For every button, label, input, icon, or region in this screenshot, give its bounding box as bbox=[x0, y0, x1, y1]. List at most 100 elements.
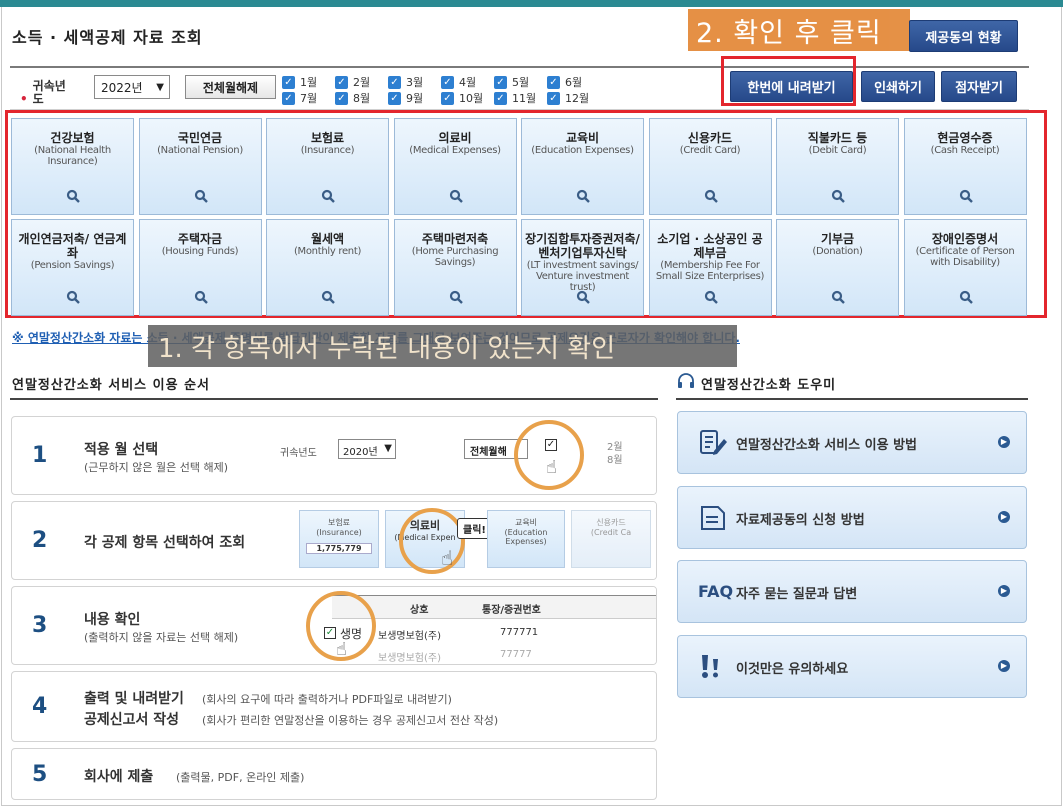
month-checkbox-8[interactable]: ✓ 8월 bbox=[335, 90, 370, 106]
help-item-cautions[interactable]: 이것만은 유의하세요 ▶ bbox=[677, 635, 1027, 698]
category-english: (Education Expenses) bbox=[531, 145, 634, 156]
mock-year-value: 2020년 bbox=[343, 447, 378, 458]
category-title: 주택마련저축 bbox=[421, 232, 489, 246]
category-tile[interactable]: 주택자금 (Housing Funds) bbox=[138, 219, 262, 316]
month-label: 9월 bbox=[406, 92, 424, 105]
month-checkbox-5[interactable]: ✓ 5월 bbox=[494, 74, 529, 90]
steps-section-title: 연말정산간소화 서비스 이용 순서 bbox=[12, 378, 211, 393]
mock-tile-title: 신용카드 bbox=[596, 518, 626, 527]
mock-row2-company: 보생명보험(주) bbox=[378, 653, 442, 664]
year-select-value: 2022년 bbox=[101, 80, 143, 95]
arrow-right-icon: ▶ bbox=[998, 511, 1010, 523]
step-card-1: 1 적용 월 선택 (근무하지 않은 월은 선택 해제) 귀속년도 2020년 ▼… bbox=[11, 416, 657, 495]
help-item-usage-guide[interactable]: 연말정산간소화 서비스 이용 방법 ▶ bbox=[677, 411, 1027, 474]
category-tile[interactable]: 월세액 (Monthly rent) bbox=[266, 219, 389, 316]
mock-tile-insurance: 보험료 (Insurance) 1,775,779 bbox=[299, 510, 379, 568]
category-tile[interactable]: 국민연금 (National Pension) bbox=[138, 118, 262, 215]
step1-highlight-ring bbox=[514, 420, 584, 490]
category-title: 장애인증명서 bbox=[931, 232, 999, 246]
headset-icon bbox=[677, 373, 695, 389]
month-checkbox-7[interactable]: ✓ 7월 bbox=[282, 90, 317, 106]
hand-cursor-icon: ☝ bbox=[441, 546, 454, 570]
mock-checkbox: ✓ bbox=[324, 627, 336, 639]
help-item-consent-guide[interactable]: 자료제공동의 신청 방법 ▶ bbox=[677, 486, 1027, 549]
step-number: 1 bbox=[32, 443, 48, 468]
mock-tile-credit: 신용카드 (Credit Ca bbox=[571, 510, 651, 568]
category-tile[interactable]: 소기업 · 소상공인 공제부금 (Membership Fee For Small… bbox=[648, 219, 772, 316]
month-label: 5월 bbox=[512, 76, 530, 89]
step-title: 출력 및 내려받기 bbox=[84, 691, 184, 707]
month-checkboxes: ✓ 1월 ✓ 2월 ✓ 3월 ✓ 4월 ✓ 5월 ✓ 6월 ✓ 7월 ✓ 8월 ✓ 9월 ✓ 10월… bbox=[282, 74, 612, 106]
year-select[interactable]: 2022년 ▼ bbox=[94, 75, 170, 99]
mock-row-number: 777771 bbox=[500, 627, 539, 638]
clear-all-months-button[interactable]: 전체월해제 bbox=[185, 75, 276, 99]
month-label: 12월 bbox=[565, 92, 590, 105]
checkbox-icon: ✓ bbox=[441, 75, 454, 89]
month-checkbox-6[interactable]: ✓ 6월 bbox=[547, 74, 582, 90]
month-checkbox-1[interactable]: ✓ 1월 bbox=[282, 74, 317, 90]
category-tile[interactable]: 개인연금저축/ 연금계좌 (Pension Savings) bbox=[11, 219, 134, 316]
category-english: (Cash Receipt) bbox=[930, 145, 1000, 156]
category-english: (Certificate of Person with Disability) bbox=[915, 246, 1015, 268]
mock-month-8: 8월 bbox=[607, 455, 623, 466]
month-checkbox-10[interactable]: ✓ 10월 bbox=[441, 90, 483, 106]
help-section-divider bbox=[676, 398, 1028, 400]
month-checkbox-3[interactable]: ✓ 3월 bbox=[388, 74, 423, 90]
month-label: 4월 bbox=[459, 76, 477, 89]
category-english: (Debit Card) bbox=[808, 145, 867, 156]
month-label: 8월 bbox=[353, 92, 371, 105]
month-checkbox-2[interactable]: ✓ 2월 bbox=[335, 74, 370, 90]
category-tile[interactable]: 주택마련저축 (Home Purchasing Savings) bbox=[393, 219, 517, 316]
category-english: (Insurance) bbox=[300, 145, 355, 156]
search-icon bbox=[704, 289, 718, 304]
category-tile[interactable]: 직불카드 등 (Debit Card) bbox=[776, 118, 899, 215]
month-label: 7월 bbox=[300, 92, 318, 105]
search-icon bbox=[66, 188, 80, 203]
category-tile[interactable]: 현금영수증 (Cash Receipt) bbox=[903, 118, 1027, 215]
step3-illustration: 상호 통장/증권번호 보생명보험(주) 777771 보생명보험(주) 7777… bbox=[306, 587, 656, 664]
step-subtitle-2: (회사가 편리한 연말정산을 이용하는 경우 공제신고서 전산 작성) bbox=[202, 714, 499, 727]
help-item-faq[interactable]: FAQ 자주 묻는 질문과 답변 ▶ bbox=[677, 560, 1027, 623]
category-tile[interactable]: 기부금 (Donation) bbox=[776, 219, 899, 316]
receive-button[interactable]: 점자받기 bbox=[941, 71, 1017, 102]
category-english: (National Health Insurance) bbox=[34, 145, 111, 167]
step-number: 2 bbox=[32, 528, 48, 553]
category-tile[interactable]: 장기집합투자증권저축/ 벤처기업투자신탁 (LT investment savin… bbox=[521, 219, 644, 316]
checkbox-icon: ✓ bbox=[547, 75, 560, 89]
category-english: (Pension Savings) bbox=[30, 260, 115, 271]
mock-tile-title: 교육비 bbox=[514, 518, 538, 527]
search-icon bbox=[321, 188, 335, 203]
mock-tile-en: (Education Expenses) bbox=[504, 528, 548, 546]
mock-tile-title: 보험료 bbox=[327, 518, 351, 527]
download-all-button[interactable]: 한번에 내려받기 bbox=[730, 71, 853, 102]
category-tile[interactable]: 보험료 (Insurance) bbox=[266, 118, 389, 215]
step-title-2: 공제신고서 작성 bbox=[84, 712, 180, 728]
mock-col-account: 통장/증권번호 bbox=[482, 605, 541, 616]
category-tile[interactable]: 의료비 (Medical Expenses) bbox=[393, 118, 517, 215]
checkbox-icon: ✓ bbox=[388, 75, 401, 89]
month-checkbox-12[interactable]: ✓ 12월 bbox=[547, 90, 589, 106]
document-edit-icon bbox=[698, 429, 730, 457]
category-english: (Housing Funds) bbox=[161, 246, 239, 257]
search-icon bbox=[831, 188, 845, 203]
help-section-title: 연말정산간소화 도우미 bbox=[701, 378, 837, 393]
search-icon bbox=[194, 289, 208, 304]
month-checkbox-4[interactable]: ✓ 4월 bbox=[441, 74, 476, 90]
search-icon bbox=[449, 289, 463, 304]
category-tile[interactable]: 교육비 (Education Expenses) bbox=[521, 118, 644, 215]
category-tile[interactable]: 신용카드 (Credit Card) bbox=[648, 118, 772, 215]
exclamation-icon bbox=[698, 653, 730, 681]
checkbox-icon: ✓ bbox=[494, 75, 507, 89]
chevron-down-icon: ▼ bbox=[384, 443, 392, 454]
category-title: 기부금 bbox=[820, 232, 855, 246]
category-tile[interactable]: 건강보험 (National Health Insurance) bbox=[11, 118, 134, 215]
print-button[interactable]: 인쇄하기 bbox=[861, 71, 935, 102]
checkbox-icon: ✓ bbox=[282, 75, 295, 89]
month-checkbox-9[interactable]: ✓ 9월 bbox=[388, 90, 423, 106]
provision-status-button[interactable]: 제공동의 현황 bbox=[909, 20, 1018, 52]
search-icon bbox=[66, 289, 80, 304]
category-title: 현금영수증 bbox=[937, 131, 993, 145]
help-item-label: 연말정산간소화 서비스 이용 방법 bbox=[736, 438, 918, 453]
month-checkbox-11[interactable]: ✓ 11월 bbox=[494, 90, 536, 106]
category-tile[interactable]: 장애인증명서 (Certificate of Person with Disabi… bbox=[903, 219, 1027, 316]
